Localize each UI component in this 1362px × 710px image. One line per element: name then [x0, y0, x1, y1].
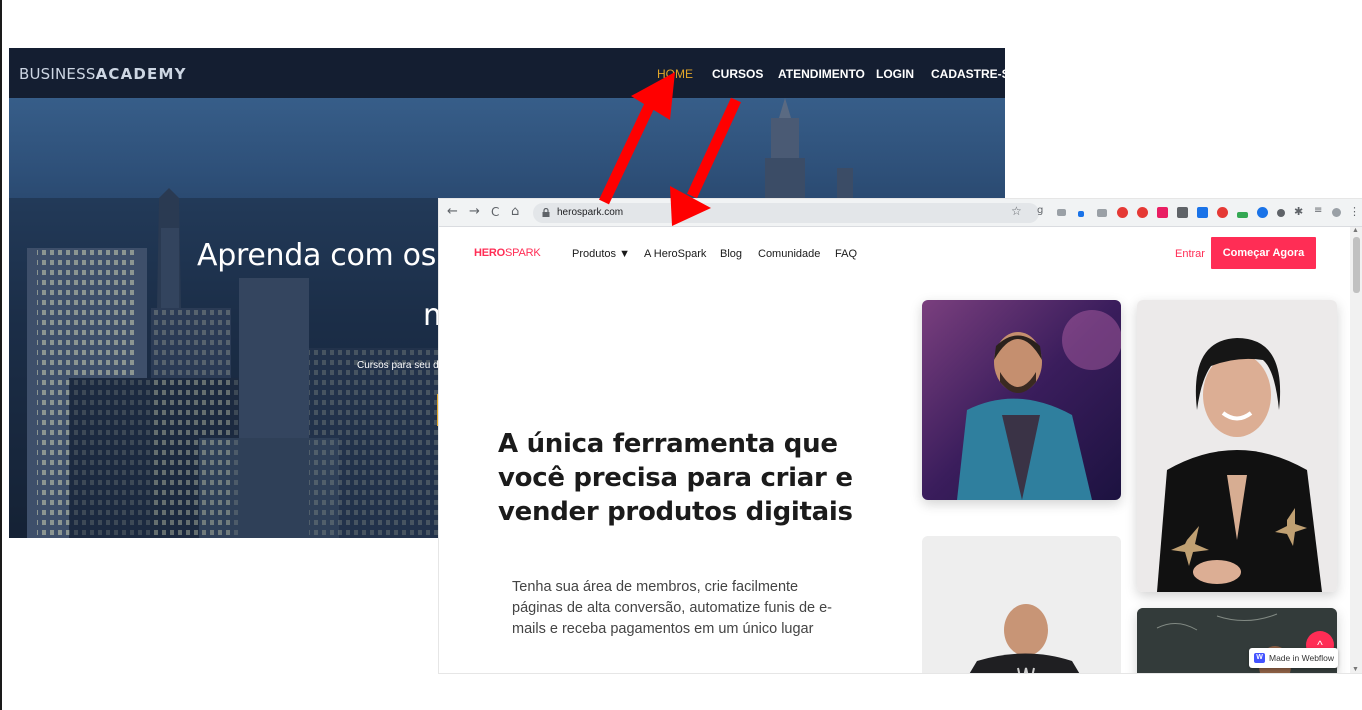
- logo-hero: HERO: [474, 247, 505, 259]
- speaker-photo-3: [922, 536, 1121, 673]
- nav-a-herospark[interactable]: A HeroSpark: [644, 248, 706, 260]
- reading-list-icon[interactable]: ≡: [1314, 205, 1322, 216]
- home-icon[interactable]: ⌂: [511, 205, 519, 219]
- speaker-photo-2: [1137, 300, 1337, 592]
- logo-spark: SPARK: [504, 247, 541, 259]
- hero-description: Tenha sua área de membros, crie facilmen…: [512, 579, 833, 637]
- logo-text-bold: ACADEMY: [95, 65, 187, 83]
- extension-camera-icon[interactable]: [1097, 209, 1107, 217]
- scroll-down-icon[interactable]: ▼: [1352, 666, 1359, 673]
- webflow-badge-text: Made in Webflow: [1269, 653, 1335, 663]
- menu-atendimento[interactable]: ATENDIMENTO: [778, 67, 865, 81]
- browser-menu-icon[interactable]: ⋮: [1349, 205, 1360, 218]
- forward-icon[interactable]: →: [469, 205, 480, 219]
- academy-hero-heading: Aprenda com os m: [197, 238, 475, 273]
- extension-opera-icon[interactable]: [1217, 207, 1228, 218]
- menu-home[interactable]: HOME: [657, 67, 693, 81]
- logo-text-regular: BUSINESS: [19, 65, 96, 83]
- menu-cadastre-se[interactable]: CADASTRE-SE: [931, 67, 1005, 81]
- extension-pink-square-icon[interactable]: [1157, 207, 1168, 218]
- herospark-logo[interactable]: HEROSPARK: [474, 247, 541, 259]
- academy-logo[interactable]: BUSINESSACADEMY: [19, 65, 187, 83]
- extension-pen-icon[interactable]: [1078, 211, 1084, 217]
- nav-blog[interactable]: Blog: [720, 248, 742, 260]
- scroll-up-icon[interactable]: ▲: [1352, 227, 1359, 234]
- bookmark-star-icon[interactable]: ☆: [1011, 204, 1022, 218]
- back-icon[interactable]: ←: [447, 205, 458, 219]
- herospark-screenshot: ← → C ⌂ herospark.com ☆ g ✱ ≡ ⋮ ▲ ▼ HERO…: [439, 199, 1362, 673]
- academy-navbar: BUSINESSACADEMY HOME CURSOS ATENDIMENTO …: [9, 48, 1005, 98]
- entrar-link[interactable]: Entrar: [1175, 248, 1205, 260]
- extension-blue-square-icon[interactable]: [1197, 207, 1208, 218]
- extension-chat-icon[interactable]: [1057, 209, 1066, 216]
- left-border-line: [0, 0, 2, 710]
- address-bar[interactable]: herospark.com: [533, 203, 1039, 223]
- reload-icon[interactable]: C: [491, 205, 499, 219]
- url-text: herospark.com: [557, 207, 624, 218]
- menu-cursos[interactable]: CURSOS: [712, 67, 763, 81]
- speaker-photo-1: [922, 300, 1121, 500]
- extension-translate-icon[interactable]: [1257, 207, 1268, 218]
- browser-toolbar: ← → C ⌂ herospark.com ☆ g ✱ ≡ ⋮: [439, 199, 1362, 227]
- made-in-webflow-badge[interactable]: W Made in Webflow: [1249, 648, 1338, 668]
- nav-faq[interactable]: FAQ: [835, 248, 857, 260]
- hero-title: A única ferramenta que você precisa para…: [498, 429, 853, 527]
- nav-produtos[interactable]: Produtos ▼: [572, 248, 630, 260]
- extension-circle-icon[interactable]: [1277, 209, 1285, 217]
- academy-hero-subheading: Cursos para seu de: [357, 360, 445, 371]
- lock-icon: [542, 208, 550, 217]
- profile-avatar-icon[interactable]: [1332, 208, 1341, 217]
- scroll-thumb[interactable]: [1353, 237, 1360, 293]
- comecar-agora-button[interactable]: Começar Agora: [1211, 237, 1316, 269]
- menu-login[interactable]: LOGIN: [876, 67, 914, 81]
- extension-adblock-icon[interactable]: [1117, 207, 1128, 218]
- nav-comunidade[interactable]: Comunidade: [758, 248, 820, 260]
- webflow-icon: W: [1254, 653, 1265, 663]
- extension-green-icon[interactable]: [1237, 212, 1248, 218]
- extension-dark-square-icon[interactable]: [1177, 207, 1188, 218]
- extension-red-circle-icon[interactable]: [1137, 207, 1148, 218]
- extension-g-icon[interactable]: g: [1037, 205, 1043, 216]
- page-scrollbar[interactable]: ▲ ▼: [1350, 227, 1362, 673]
- extensions-puzzle-icon[interactable]: ✱: [1294, 205, 1303, 218]
